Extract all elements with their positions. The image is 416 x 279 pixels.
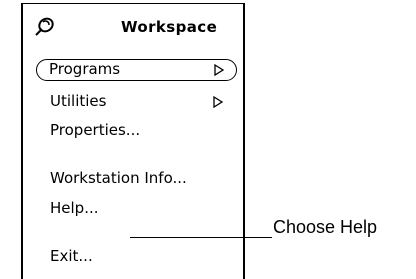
menu-item-label: Utilities <box>50 92 107 110</box>
menu-item-label: Help... <box>50 199 99 217</box>
menu-title: Workspace <box>121 18 218 36</box>
menu-item-utilities[interactable]: Utilities <box>50 92 224 110</box>
pushpin-icon[interactable] <box>33 16 55 38</box>
menu-item-label: Properties... <box>50 121 141 139</box>
menu-item-label: Workstation Info... <box>50 169 187 187</box>
menu-item-label: Exit... <box>50 247 93 265</box>
menu-item-exit[interactable]: Exit... <box>50 247 93 265</box>
menu-item-programs[interactable]: Programs <box>36 59 237 81</box>
menu-item-properties[interactable]: Properties... <box>50 121 140 139</box>
menu-item-help[interactable]: Help... <box>50 199 99 217</box>
submenu-arrow-icon <box>213 96 224 108</box>
submenu-arrow-icon <box>214 64 225 76</box>
menu-header: Workspace <box>23 4 243 58</box>
callout-label: Choose Help <box>273 217 378 237</box>
callout-leader-line <box>130 237 272 238</box>
menu-item-label: Programs <box>49 60 121 78</box>
menu-item-workstation-info[interactable]: Workstation Info... <box>50 169 187 187</box>
